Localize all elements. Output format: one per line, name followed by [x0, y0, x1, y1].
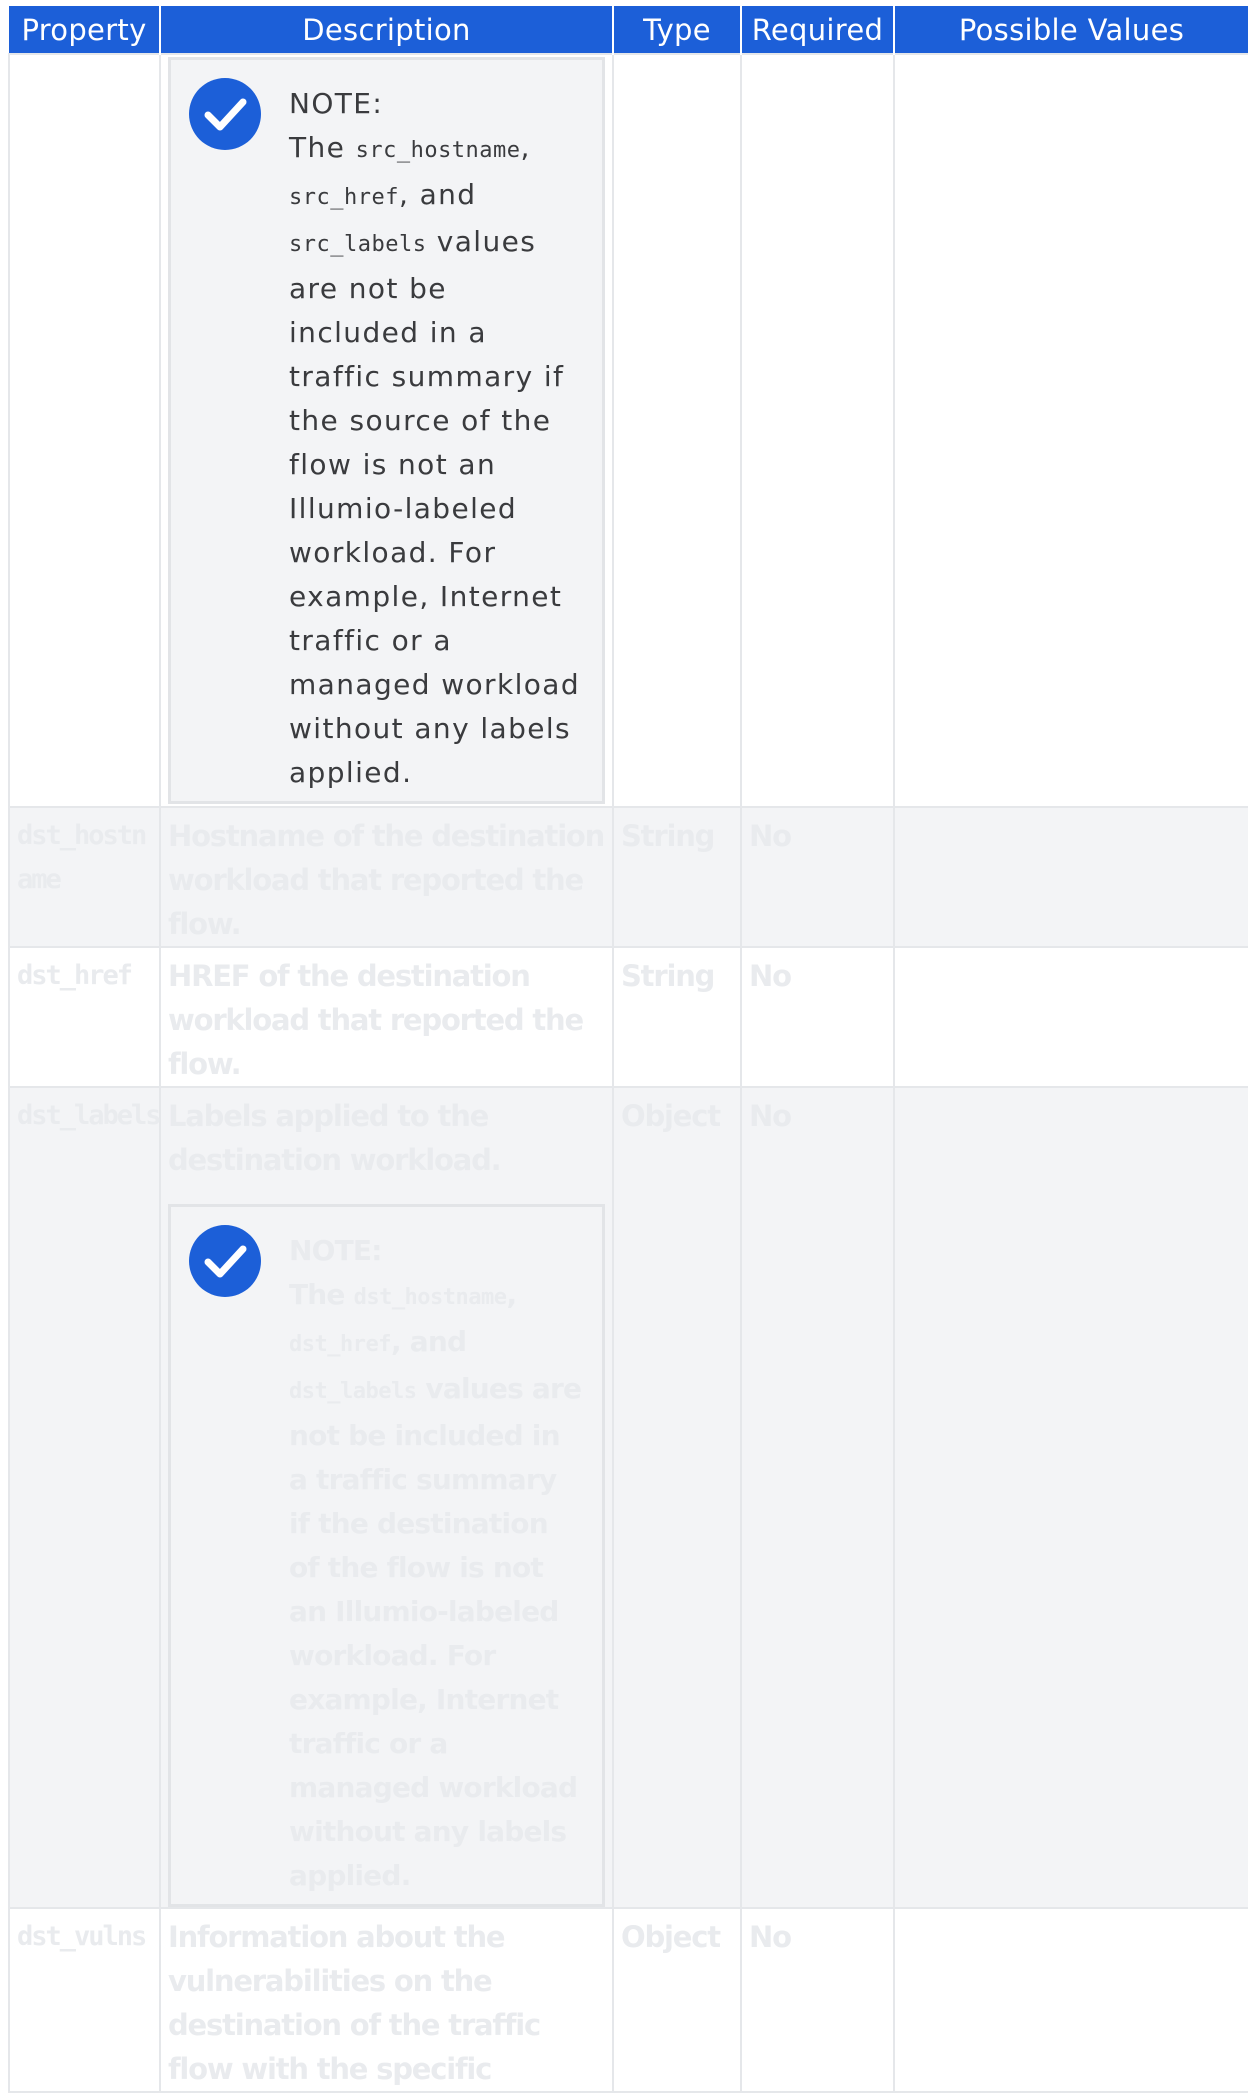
table-row: dst_vulns Information about the vulnerab…	[8, 1907, 1248, 2093]
table-row: NOTE: The src_hostname, src_href, and sr…	[8, 53, 1248, 808]
note-word: The	[289, 1278, 345, 1311]
code-src-hostname: src_hostname	[355, 138, 521, 163]
header-possible-values: Possible Values	[893, 6, 1248, 54]
code-dst-labels: dst_labels	[289, 1379, 417, 1404]
cell-property: dst_labels	[8, 1086, 162, 1909]
cell-possible-values	[893, 1907, 1248, 2093]
cell-required: No	[740, 946, 895, 1088]
cell-possible-values	[893, 1086, 1248, 1909]
table-row: dst_labels Labels applied to the destina…	[8, 1086, 1248, 1909]
cell-possible-values	[893, 806, 1248, 948]
cell-possible-values	[893, 946, 1248, 1088]
cell-description: Labels applied to the destination worklo…	[159, 1086, 614, 1909]
cell-type: String	[612, 946, 742, 1088]
cell-required: No	[740, 1086, 895, 1909]
cell-type: Object	[612, 1086, 742, 1909]
description-text: Labels applied to the destination worklo…	[168, 1099, 502, 1177]
checkmark-circle-icon	[189, 1225, 261, 1297]
cell-property	[8, 53, 161, 808]
cell-type	[612, 53, 742, 808]
header-property: Property	[9, 6, 161, 54]
cell-type: String	[612, 806, 742, 948]
note-rest: values are not be included in a traffic …	[289, 1372, 582, 1892]
note-label: NOTE:	[289, 87, 384, 120]
cell-required: No	[740, 1907, 895, 2093]
header-required: Required	[740, 6, 895, 54]
table-row: dst_hostname Hostname of the destination…	[8, 806, 1248, 948]
note-sep: , and	[398, 178, 477, 211]
note-box: NOTE: The dst_hostname, dst_href, and ds…	[168, 1204, 605, 1907]
checkmark-circle-icon	[189, 78, 261, 150]
properties-table: Property Description Type Required Possi…	[8, 6, 1248, 2093]
header-description: Description	[159, 6, 614, 54]
cell-property: dst_href	[8, 946, 161, 1088]
note-text: NOTE: The src_hostname, src_href, and sr…	[289, 82, 584, 795]
note-box: NOTE: The src_hostname, src_href, and sr…	[168, 57, 605, 804]
cell-description: NOTE: The src_hostname, src_href, and sr…	[159, 53, 614, 808]
code-src-labels: src_labels	[289, 232, 427, 257]
code-dst-hostname: dst_hostname	[353, 1285, 507, 1310]
cell-property: dst_vulns	[8, 1907, 161, 2093]
note-sep: , and	[390, 1325, 467, 1358]
cell-type: Object	[612, 1907, 742, 2093]
cell-required: No	[740, 806, 895, 948]
cell-required	[740, 53, 895, 808]
code-dst-href: dst_href	[289, 1332, 391, 1357]
code-src-href: src_href	[289, 185, 399, 210]
note-label: NOTE:	[289, 1234, 382, 1267]
note-word: The	[289, 131, 346, 164]
cell-property: dst_hostname	[8, 806, 161, 948]
note-sep: ,	[506, 1278, 518, 1311]
note-sep: ,	[520, 131, 531, 164]
cell-description: Information about the vulnerabilities on…	[159, 1907, 614, 2093]
note-rest: values are not be included in a traffic …	[289, 225, 581, 789]
cell-description: HREF of the destination workload that re…	[159, 946, 614, 1088]
header-type: Type	[612, 6, 742, 54]
note-text: NOTE: The dst_hostname, dst_href, and ds…	[289, 1229, 584, 1898]
cell-description: Hostname of the destination workload tha…	[159, 806, 614, 948]
table-row: dst_href HREF of the destination workloa…	[8, 946, 1248, 1088]
cell-possible-values	[893, 53, 1248, 808]
table-header-row: Property Description Type Required Possi…	[9, 6, 1248, 54]
